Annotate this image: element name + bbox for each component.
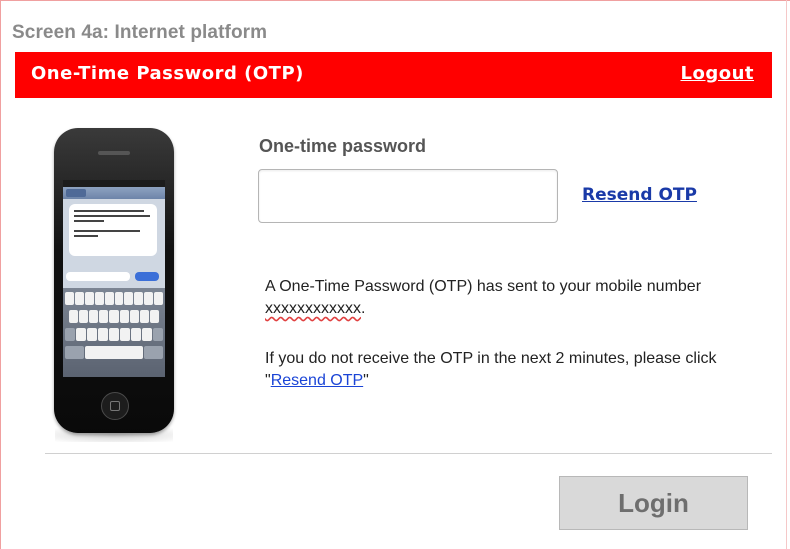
keyboard-row (65, 328, 163, 343)
phone-sms-input (66, 272, 130, 281)
page-title: One-Time Password (OTP) (31, 63, 304, 84)
smartphone-sms-icon (54, 128, 174, 433)
phone-screen (63, 180, 165, 377)
otp-retry-suffix: " (363, 372, 369, 389)
sms-bubble (69, 204, 157, 256)
divider (45, 453, 772, 454)
key (154, 292, 164, 305)
sms-text-line (74, 210, 144, 212)
otp-info-box: A One-Time Password (OTP) has sent to yo… (251, 248, 772, 422)
sms-text-line (74, 220, 104, 222)
phone-shadow (55, 428, 173, 442)
phone-keyboard (63, 288, 165, 377)
frame-border-right (786, 0, 787, 549)
otp-sent-suffix: . (361, 300, 366, 317)
header-bar: One-Time Password (OTP) Logout (15, 52, 772, 98)
phone-home-button (101, 392, 129, 420)
keyboard-row (65, 346, 163, 361)
otp-field-label: One-time password (259, 136, 427, 156)
key (134, 292, 144, 305)
delete-key (153, 328, 163, 341)
phone-send-button (135, 272, 159, 281)
otp-retry-message: If you do not receive the OTP in the nex… (265, 348, 765, 392)
key (76, 328, 86, 341)
otp-sent-message: A One-Time Password (OTP) has sent to yo… (265, 276, 765, 320)
frame-border-left (0, 0, 1, 549)
key (69, 310, 79, 323)
space-key (85, 346, 143, 359)
key (65, 292, 74, 305)
key (84, 292, 94, 305)
sms-text-line (74, 230, 140, 232)
key (109, 310, 119, 323)
key (139, 310, 149, 323)
sms-text-line (74, 235, 98, 237)
keyboard-row (65, 292, 164, 307)
screen-caption: Screen 4a: Internet platform (12, 22, 268, 43)
key (104, 292, 114, 305)
key (131, 328, 141, 341)
return-key (143, 346, 163, 359)
phone-speaker (98, 151, 130, 155)
resend-otp-inline-link[interactable]: Resend OTP (271, 372, 363, 389)
key (144, 292, 154, 305)
key (74, 292, 84, 305)
keyboard-row (69, 310, 159, 325)
key (149, 310, 159, 323)
key (87, 328, 97, 341)
key (129, 310, 139, 323)
phone-back-button (66, 189, 86, 197)
key (142, 328, 152, 341)
phone-status-bar (63, 180, 165, 187)
frame-border-top (0, 0, 790, 1)
logout-link[interactable]: Logout (680, 63, 754, 84)
phone-nav-bar (63, 187, 165, 199)
otp-input[interactable] (258, 169, 558, 223)
login-button[interactable]: Login (559, 476, 748, 530)
sms-text-line (74, 215, 150, 217)
numbers-key (65, 346, 85, 359)
key (114, 292, 124, 305)
key (120, 328, 130, 341)
shift-key (65, 328, 75, 341)
key (124, 292, 134, 305)
key (89, 310, 99, 323)
resend-otp-link[interactable]: Resend OTP (582, 185, 697, 205)
otp-content-panel: One-time password Resend OTP A One-Time … (15, 98, 772, 549)
key (109, 328, 119, 341)
key (119, 310, 129, 323)
key (79, 310, 89, 323)
key (98, 328, 108, 341)
key (99, 310, 109, 323)
otp-sent-text: A One-Time Password (OTP) has sent to yo… (265, 278, 702, 295)
key (94, 292, 104, 305)
masked-mobile-number: xxxxxxxxxxxx (265, 300, 361, 317)
